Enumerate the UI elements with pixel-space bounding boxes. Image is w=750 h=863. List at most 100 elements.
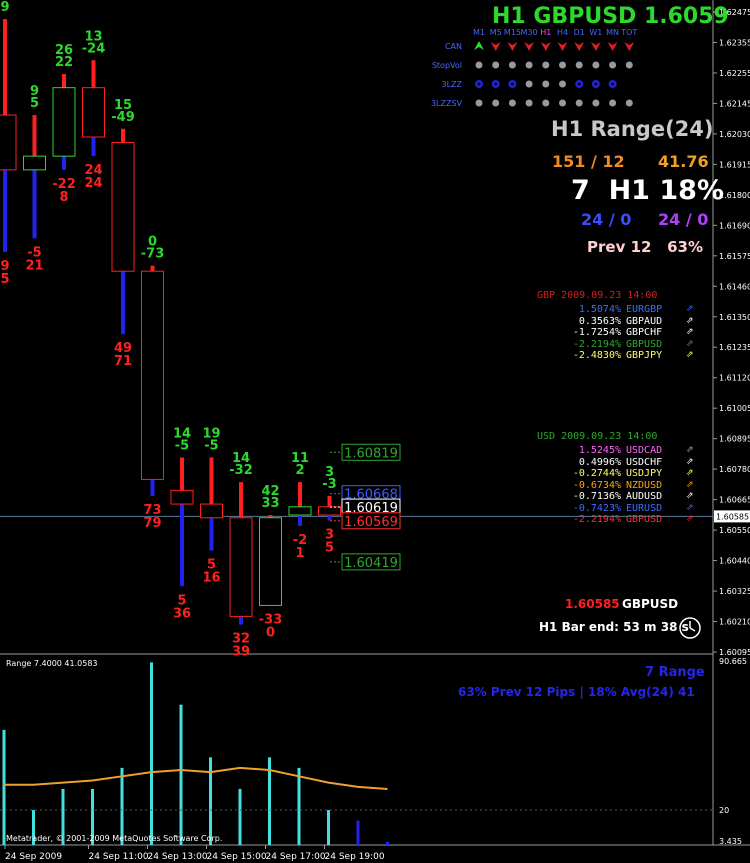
y-tick-label: 1.62145 xyxy=(719,99,750,108)
indicator-line1: 7 Range xyxy=(645,665,705,680)
dot-icon xyxy=(575,61,583,69)
signal-row-label: StopVol xyxy=(432,61,462,70)
currency-symbol: USDCHF xyxy=(626,456,663,468)
dot-icon xyxy=(559,99,566,107)
indicator-axis-label: 3.435 xyxy=(719,837,742,846)
currency-pct: 1.5074% xyxy=(578,304,621,315)
candle-top-label: -73 xyxy=(141,247,165,262)
trend-arrow-icon: ⇗ xyxy=(686,304,694,314)
candle-top-label: -5 xyxy=(204,438,218,453)
indicator-axis-label: 90.665 xyxy=(719,657,747,666)
current-symbol: GBPUSD xyxy=(622,597,679,611)
currency-symbol: EURUSD xyxy=(626,502,663,514)
timeframe-label: H1 xyxy=(540,28,551,37)
currency-symbol: USDJPY xyxy=(626,468,663,479)
y-tick-label: 1.60210 xyxy=(719,618,750,627)
currency-pct: -2.2194% xyxy=(572,338,621,350)
candle-body xyxy=(170,489,194,505)
candle-bottom-label: 5 xyxy=(0,272,9,287)
candle-bottom-label: 71 xyxy=(114,354,132,369)
candle-bottom-label: 8 xyxy=(59,190,68,205)
currency-pct: -0.7136% xyxy=(572,491,621,502)
dot-icon xyxy=(542,80,550,88)
candle-bottom-label: 1 xyxy=(295,546,304,561)
bar-end-timer: H1 Bar end: 53 m 38 s xyxy=(539,620,689,634)
y-tick-label: 1.60440 xyxy=(719,557,750,566)
timeframe-label: TOT xyxy=(620,28,637,37)
y-tick-label: 1.60665 xyxy=(719,496,750,505)
trend-arrow-icon: ⇗ xyxy=(686,502,694,513)
x-tick-label: 24 Sep 2009 xyxy=(5,852,62,862)
x-tick-label: 24 Sep 17:00 xyxy=(266,852,326,862)
price-level-text: 1.60819 xyxy=(344,446,398,461)
candle-body xyxy=(141,270,164,480)
x-tick-label: 24 Sep 11:00 xyxy=(89,852,149,862)
candle-top-label: -3 xyxy=(322,477,336,492)
indicator-name: Range 7.4000 41.0583 xyxy=(6,659,98,668)
y-tick-label: 1.61235 xyxy=(719,343,750,352)
trend-arrow-icon: ⇗ xyxy=(686,445,694,455)
dot-icon xyxy=(625,99,633,107)
x-tick-label: 24 Sep 15:00 xyxy=(207,852,267,862)
ring-center xyxy=(477,82,481,86)
gbp-table-header: GBP 2009.09.23 14:00 xyxy=(537,290,658,301)
indicator-axis-label: 20 xyxy=(719,806,729,815)
dot-icon xyxy=(475,61,483,69)
trend-arrow-icon: ⇗ xyxy=(686,327,694,337)
dot-icon xyxy=(592,61,600,69)
candle-body xyxy=(229,517,253,617)
dot-icon xyxy=(492,99,500,107)
candle-body xyxy=(0,114,17,171)
dot-icon xyxy=(609,61,617,69)
candle-body xyxy=(288,506,312,516)
currency-pct: 0.3563% xyxy=(578,315,621,327)
currency-pct: 0.4996% xyxy=(578,456,621,468)
currency-symbol: EURGBP xyxy=(626,304,663,315)
y-tick-label: 1.61575 xyxy=(719,252,750,261)
currency-symbol: AUDUSD xyxy=(626,491,663,502)
y-tick-label: 1.61005 xyxy=(719,404,750,413)
candle-body xyxy=(52,87,76,157)
currency-symbol: GBPJPY xyxy=(626,350,663,361)
candle-top-label: -49 xyxy=(111,110,135,125)
currency-symbol: GBPUSD xyxy=(626,338,663,350)
current-price-tag-text: 1.60585 xyxy=(716,512,749,521)
dot-icon xyxy=(542,61,550,69)
current-price-readout: 1.60585 xyxy=(565,597,620,611)
dot-icon xyxy=(508,99,516,107)
ring-center xyxy=(510,82,514,86)
currency-symbol: USDCAD xyxy=(626,445,663,456)
candle-top-label: -24 xyxy=(82,41,106,56)
dot-icon xyxy=(542,99,550,107)
dot-icon xyxy=(625,61,633,69)
candle-top-label: 9 xyxy=(0,0,9,15)
chart-title: H1 GBPUSD 1.6059 xyxy=(492,4,729,29)
candle-top-label: 2 xyxy=(295,463,304,478)
x-tick-label: 24 Sep 13:00 xyxy=(148,852,208,862)
dot-icon xyxy=(508,61,516,69)
currency-pct: -2.2194% xyxy=(572,514,621,525)
y-tick-label: 1.61915 xyxy=(719,160,750,169)
trend-arrow-icon: ⇗ xyxy=(686,479,694,490)
trend-arrow-icon: ⇗ xyxy=(686,338,694,349)
candle[interactable] xyxy=(259,515,282,606)
trend-arrow-icon: ⇗ xyxy=(686,315,694,326)
copyright-text: Metatrader, © 2001-2009 MetaQuotes Softw… xyxy=(6,834,223,843)
dot-icon xyxy=(525,80,533,88)
y-tick-label: 1.62255 xyxy=(719,69,750,78)
x-tick-label: 24 Sep 19:00 xyxy=(325,852,385,862)
candle[interactable] xyxy=(52,73,76,170)
currency-symbol: GBPAUD xyxy=(626,315,663,327)
candle[interactable] xyxy=(141,265,164,496)
candle-bottom-label: 16 xyxy=(202,571,220,586)
dot-icon xyxy=(609,99,617,107)
signal-row-label: CAN xyxy=(445,42,462,51)
ring-center xyxy=(611,82,615,86)
candle-body xyxy=(318,506,341,516)
range-left-stat: 151 / 12 xyxy=(552,152,625,171)
currency-pct: -0.7423% xyxy=(572,502,621,514)
candle-bottom-label: 39 xyxy=(232,645,250,660)
dot-icon xyxy=(475,99,483,107)
candle-top-label: 33 xyxy=(261,496,279,511)
price-level-text: 1.60419 xyxy=(344,556,398,571)
